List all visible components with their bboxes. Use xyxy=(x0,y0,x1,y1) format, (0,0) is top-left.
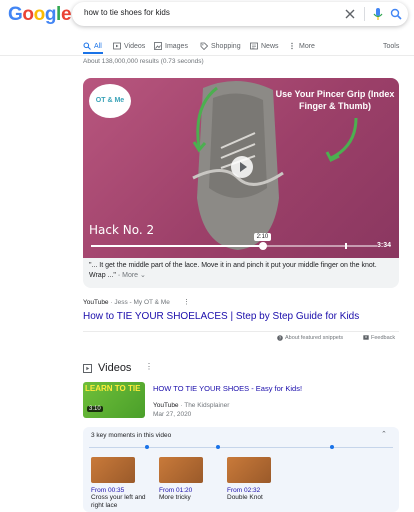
video-result-title[interactable]: HOW TO TIE YOUR SHOES - Easy for Kids! xyxy=(153,384,302,393)
video-source-site: YouTube xyxy=(153,402,179,409)
key-moments-header: 3 key moments in this video xyxy=(91,432,172,439)
key-moment-dot xyxy=(145,445,149,449)
videos-menu-icon[interactable]: ⋮ xyxy=(145,362,153,371)
logo-letter: o xyxy=(22,4,34,25)
video-icon xyxy=(113,42,121,50)
source-author: Jess - My OT & Me xyxy=(114,299,170,306)
thumbnail-duration: 3:10 xyxy=(87,406,103,412)
brand-text: OT & Me xyxy=(95,97,125,104)
snippet-footer: ? About featured snippets Feedback xyxy=(83,331,399,343)
logo-letter: g xyxy=(44,4,57,25)
google-logo[interactable]: Google xyxy=(8,4,72,26)
video-result-source: YouTube · The Kidsplainer xyxy=(153,402,230,409)
more-vert-icon xyxy=(291,42,293,50)
play-icon[interactable] xyxy=(231,156,253,178)
videos-section-header: Videos xyxy=(83,362,131,374)
video-overlay-title: Use Your Pincer Grip (Index Finger & Thu… xyxy=(275,89,395,111)
tab-label: Shopping xyxy=(211,42,241,50)
logo-letter: G xyxy=(8,4,23,25)
logo-letter: o xyxy=(33,4,46,25)
tab-more[interactable]: More xyxy=(288,38,315,54)
current-time: 2:10 xyxy=(253,233,272,241)
key-moment-time[interactable]: From 00:35 xyxy=(91,487,153,494)
feedback-icon xyxy=(363,335,369,340)
tab-news[interactable]: News xyxy=(250,38,279,54)
tab-label: All xyxy=(94,42,102,50)
brand-logo: OT & Me xyxy=(89,84,131,118)
tab-shopping[interactable]: Shopping xyxy=(200,38,241,54)
key-moment-label: More tricky xyxy=(159,494,191,501)
progress-handle[interactable] xyxy=(258,242,267,250)
key-moment-thumbnail[interactable] xyxy=(227,457,271,483)
green-curve-arrow-icon xyxy=(192,86,218,153)
key-moment-time[interactable]: From 02:32 xyxy=(227,487,289,494)
news-icon xyxy=(250,42,258,50)
tag-icon xyxy=(200,42,208,50)
key-moment-item[interactable]: From 00:35 Cross your left and right lac… xyxy=(91,457,153,510)
snippet-caption: "... It get the middle part of the lace.… xyxy=(89,262,377,279)
close-icon[interactable] xyxy=(343,5,357,23)
tab-videos[interactable]: Videos xyxy=(113,38,145,54)
key-moment-item[interactable]: From 01:20 More tricky xyxy=(159,457,221,502)
search-icon xyxy=(83,42,91,50)
search-divider xyxy=(364,7,365,21)
video-date: Mar 27, 2020 xyxy=(153,411,192,418)
tab-label: Tools xyxy=(383,42,400,50)
key-moment-thumbnail[interactable] xyxy=(91,457,135,483)
key-moments-timeline xyxy=(89,447,393,448)
video-source-author: The Kidsplainer xyxy=(184,402,230,409)
chapter-marker xyxy=(345,243,347,249)
tab-tools[interactable]: Tools xyxy=(383,38,399,54)
search-tabs: All Videos Images Shopping News More Too… xyxy=(0,36,414,56)
key-moment-time[interactable]: From 01:20 xyxy=(159,487,221,494)
search-box[interactable]: how to tie shoes for kids xyxy=(72,2,408,26)
chevron-up-icon[interactable]: ⌃ xyxy=(381,430,387,438)
hack-label: Hack No. 2 xyxy=(89,223,155,237)
key-moment-dot xyxy=(216,445,220,449)
tabs-divider xyxy=(0,55,414,56)
featured-video[interactable]: OT & Me Use Your Pincer Grip (Index Fing… xyxy=(83,78,399,258)
key-moment-thumbnail[interactable] xyxy=(159,457,203,483)
active-tab-indicator xyxy=(83,52,103,54)
featured-result-link[interactable]: How to TIE YOUR SHOELACES | Step by Step… xyxy=(83,311,359,322)
result-stats: About 138,000,000 results (0.73 seconds) xyxy=(83,58,204,65)
chevron-down-icon[interactable]: ⌄ xyxy=(140,272,146,279)
logo-letter: e xyxy=(60,4,72,25)
progress-fill xyxy=(91,245,263,247)
thumbnail-label: LEARN TO TIE xyxy=(85,384,141,393)
tab-label: Images xyxy=(165,42,188,50)
snippet-source: YouTube · Jess - My OT & Me xyxy=(83,299,170,306)
video-duration: 3:34 xyxy=(377,242,392,249)
about-featured-snippets[interactable]: ? About featured snippets xyxy=(277,335,343,341)
video-thumbnail[interactable]: LEARN TO TIE 3:10 xyxy=(83,382,145,418)
play-triangle-icon xyxy=(240,162,247,172)
key-moment-label: Cross your left and right lace xyxy=(91,494,146,509)
tab-label: Videos xyxy=(124,42,146,50)
videos-heading: Videos xyxy=(98,362,132,374)
video-progress-bar[interactable]: 2:10 xyxy=(91,233,377,250)
search-input[interactable]: how to tie shoes for kids xyxy=(84,8,170,17)
about-snippets-label: About featured snippets xyxy=(285,335,344,341)
key-moment-label: Double Knot xyxy=(227,494,263,501)
tab-label: News xyxy=(261,42,279,50)
feedback-link[interactable]: Feedback xyxy=(363,335,395,341)
image-icon xyxy=(154,42,162,50)
video-icon xyxy=(83,363,92,373)
featured-snippet: OT & Me Use Your Pincer Grip (Index Fing… xyxy=(83,78,399,288)
tab-images[interactable]: Images xyxy=(154,38,188,54)
search-icon[interactable] xyxy=(389,5,403,23)
green-arrow-icon xyxy=(325,117,358,163)
source-site: YouTube xyxy=(83,299,109,306)
feedback-label: Feedback xyxy=(371,335,396,341)
header: Google how to tie shoes for kids All Vid… xyxy=(0,0,414,60)
help-icon: ? xyxy=(277,335,283,341)
result-menu-icon[interactable]: ⋮ xyxy=(183,298,190,306)
more-link[interactable]: More xyxy=(122,272,138,279)
microphone-icon[interactable] xyxy=(371,5,385,23)
key-moment-dot xyxy=(330,445,334,449)
tab-label: More xyxy=(299,42,315,50)
key-moment-item[interactable]: From 02:32 Double Knot xyxy=(227,457,289,502)
key-moments-panel: 3 key moments in this video ⌃ From 00:35… xyxy=(83,427,399,512)
